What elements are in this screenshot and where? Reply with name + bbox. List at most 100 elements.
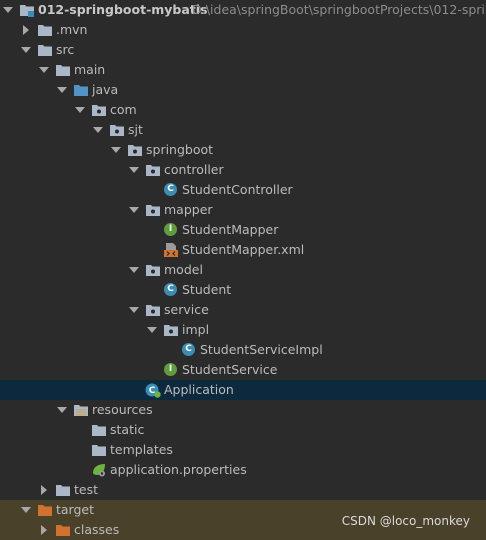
tree-row-springboot[interactable]: springboot <box>0 140 486 160</box>
tree-label: sjt <box>128 122 143 137</box>
tree-label: templates <box>110 442 173 457</box>
class-badge: C <box>164 183 177 196</box>
tree-label: Student <box>182 282 232 297</box>
folder-icon <box>37 43 53 57</box>
tree-label: StudentService <box>182 362 278 377</box>
tree-row-test[interactable]: test <box>0 480 486 500</box>
tree-label: .mvn <box>56 22 88 37</box>
chevron-down-icon[interactable] <box>20 40 32 60</box>
tree-row-application-properties[interactable]: application.properties <box>0 460 486 480</box>
tree-label: test <box>74 482 99 497</box>
folder-icon <box>37 23 53 37</box>
interface-badge: I <box>164 363 177 376</box>
chevron-down-icon[interactable] <box>20 500 32 520</box>
tree-label: com <box>110 102 137 117</box>
tree-row-student-controller[interactable]: C StudentController <box>0 180 486 200</box>
chevron-down-icon[interactable] <box>128 160 140 180</box>
tree-label: Application <box>164 382 234 397</box>
tree-label: resources <box>92 402 153 417</box>
tree-label: target <box>56 502 95 517</box>
tree-row-java[interactable]: java <box>0 80 486 100</box>
package-icon <box>91 103 107 117</box>
tree-row-com[interactable]: com <box>0 100 486 120</box>
chevron-down-icon[interactable] <box>56 400 68 420</box>
excluded-folder-icon <box>55 523 71 537</box>
class-icon: C <box>163 283 179 297</box>
chevron-down-icon[interactable] <box>2 0 14 20</box>
package-icon <box>145 203 161 217</box>
chevron-down-icon[interactable] <box>146 320 158 340</box>
tree-label: StudentMapper <box>182 222 279 237</box>
project-path: D:\idea\springBoot\springbootProjects\01… <box>192 2 486 17</box>
interface-icon: I <box>163 223 179 237</box>
tree-row-controller[interactable]: controller <box>0 160 486 180</box>
tree-row-student-mapper[interactable]: I StudentMapper <box>0 220 486 240</box>
chevron-down-icon[interactable] <box>128 260 140 280</box>
source-folder-icon <box>73 83 89 97</box>
tree-row-mvn[interactable]: .mvn <box>0 20 486 40</box>
chevron-down-icon[interactable] <box>74 100 86 120</box>
package-icon <box>109 123 125 137</box>
tree-row-student-service-impl[interactable]: C StudentServiceImpl <box>0 340 486 360</box>
tree-label: StudentController <box>182 182 293 197</box>
watermark: CSDN @loco_monkey <box>341 514 470 528</box>
chevron-down-icon[interactable] <box>56 80 68 100</box>
tree-row-src[interactable]: src <box>0 40 486 60</box>
tree-row-resources[interactable]: resources <box>0 400 486 420</box>
tree-label: service <box>164 302 209 317</box>
tree-row-student-mapper-xml[interactable]: StudentMapper.xml <box>0 240 486 260</box>
interface-badge: I <box>164 223 177 236</box>
tree-label: classes <box>74 522 120 537</box>
chevron-right-icon[interactable] <box>38 480 50 500</box>
project-name: 012-springboot-mybatis <box>38 2 208 17</box>
folder-icon <box>91 423 107 437</box>
tree-row-model[interactable]: model <box>0 260 486 280</box>
chevron-down-icon[interactable] <box>38 60 50 80</box>
class-badge: C <box>164 283 177 296</box>
chevron-right-icon[interactable] <box>20 20 32 40</box>
tree-row-sjt[interactable]: sjt <box>0 120 486 140</box>
tree-row-static[interactable]: static <box>0 420 486 440</box>
package-icon <box>163 323 179 337</box>
tree-label: controller <box>164 162 224 177</box>
tree-label: model <box>164 262 203 277</box>
folder-icon <box>91 443 107 457</box>
package-icon <box>127 143 143 157</box>
chevron-down-icon[interactable] <box>128 200 140 220</box>
chevron-down-icon[interactable] <box>110 140 122 160</box>
tree-row-main[interactable]: main <box>0 60 486 80</box>
chevron-down-icon[interactable] <box>92 120 104 140</box>
tree-label: main <box>74 62 106 77</box>
tree-label: StudentServiceImpl <box>200 342 323 357</box>
folder-icon <box>55 63 71 77</box>
excluded-folder-icon <box>37 503 53 517</box>
xml-file-icon <box>163 243 179 257</box>
tree-row-service[interactable]: service <box>0 300 486 320</box>
package-icon <box>145 303 161 317</box>
tree-row-mapper[interactable]: mapper <box>0 200 486 220</box>
tree-row-application[interactable]: C Application <box>0 380 486 400</box>
project-tree: 012-springboot-mybatis D:\idea\springBoo… <box>0 0 486 540</box>
interface-icon: I <box>163 363 179 377</box>
chevron-right-icon[interactable] <box>38 520 50 540</box>
chevron-down-icon[interactable] <box>128 300 140 320</box>
tree-row-impl[interactable]: impl <box>0 320 486 340</box>
folder-icon <box>55 483 71 497</box>
tree-label: application.properties <box>110 462 247 477</box>
class-icon: C <box>181 343 197 357</box>
tree-label: springboot <box>146 142 214 157</box>
package-icon <box>145 163 161 177</box>
tree-row-project[interactable]: 012-springboot-mybatis D:\idea\springBoo… <box>0 0 486 20</box>
module-folder-icon <box>19 3 35 17</box>
tree-row-student[interactable]: C Student <box>0 280 486 300</box>
tree-row-student-service[interactable]: I StudentService <box>0 360 486 380</box>
spring-properties-icon <box>91 463 107 477</box>
tree-label: static <box>110 422 145 437</box>
tree-row-templates[interactable]: templates <box>0 440 486 460</box>
resources-folder-icon <box>73 403 89 417</box>
class-badge: C <box>182 343 195 356</box>
tree-label: StudentMapper.xml <box>182 242 305 257</box>
package-icon <box>145 263 161 277</box>
class-icon: C <box>163 183 179 197</box>
tree-label: java <box>92 82 119 97</box>
